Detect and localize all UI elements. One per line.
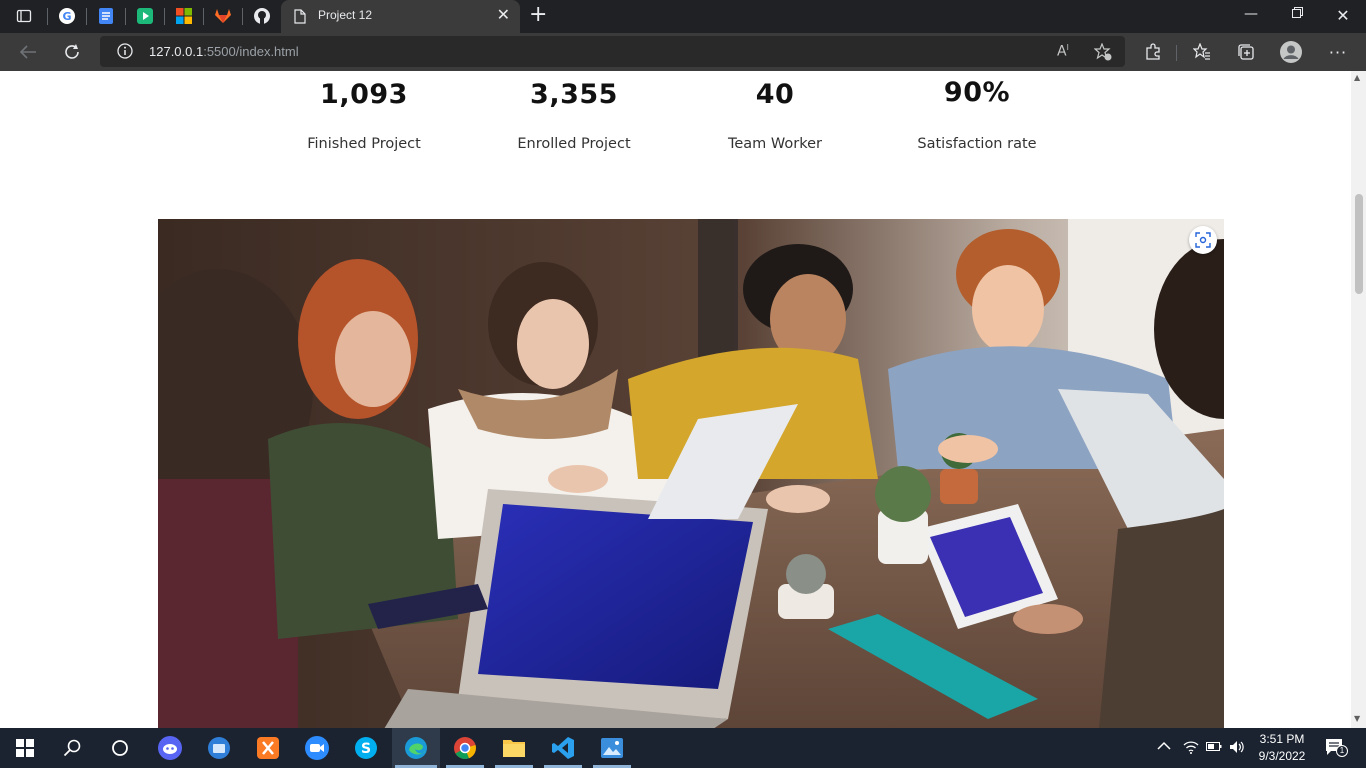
read-aloud-icon[interactable]: Aⅼ <box>1057 43 1069 60</box>
photos-icon[interactable] <box>600 736 624 760</box>
add-favorite-icon[interactable] <box>1093 42 1112 65</box>
site-info-icon[interactable] <box>117 43 133 63</box>
scroll-down-icon[interactable]: ▼ <box>1354 714 1360 723</box>
close-tab-icon[interactable]: ✕ <box>497 7 510 23</box>
profile-avatar-icon[interactable] <box>1280 41 1302 63</box>
windows-taskbar: S 3:51 PM 9/3/2022 1 <box>0 728 1366 768</box>
player-tab-icon[interactable] <box>135 6 155 26</box>
page-scrollbar[interactable]: ▲ ▼ <box>1351 71 1366 728</box>
minimize-icon[interactable]: — <box>1236 6 1266 22</box>
stat-value: 1,093 <box>320 79 408 110</box>
close-window-icon[interactable]: ✕ <box>1328 6 1358 25</box>
tab-project-12[interactable]: Project 12 ✕ <box>281 0 520 33</box>
refresh-icon[interactable] <box>61 41 83 63</box>
zoom-icon[interactable] <box>305 736 329 760</box>
restore-icon[interactable] <box>1282 6 1312 22</box>
stat-label: Enrolled Project <box>517 136 631 152</box>
search-icon[interactable] <box>60 736 84 760</box>
system-clock[interactable]: 3:51 PM 9/3/2022 <box>1252 731 1312 765</box>
docs-tab-icon[interactable] <box>96 6 116 26</box>
file-explorer-icon[interactable] <box>502 736 526 760</box>
outlook-like-icon[interactable] <box>207 736 231 760</box>
scroll-up-icon[interactable]: ▲ <box>1354 73 1360 82</box>
clock-date: 9/3/2022 <box>1258 749 1306 763</box>
cortana-icon[interactable] <box>108 736 132 760</box>
microsoft-tab-icon[interactable] <box>174 6 194 26</box>
stat-value: 40 <box>755 79 795 110</box>
xampp-icon[interactable] <box>256 736 280 760</box>
stat-value: 3,355 <box>530 79 618 110</box>
chrome-icon[interactable] <box>453 736 477 760</box>
url-text[interactable]: 127.0.0.1:5500/index.html <box>149 44 299 59</box>
browser-toolbar: 127.0.0.1:5500/index.html Aⅼ ··· <box>0 33 1366 71</box>
team-photo-illustration <box>158 219 1224 728</box>
address-bar[interactable]: 127.0.0.1:5500/index.html Aⅼ <box>100 36 1125 67</box>
team-meeting-photo <box>158 219 1224 728</box>
github-tab-icon[interactable] <box>252 6 272 26</box>
volume-icon[interactable] <box>1229 740 1245 758</box>
stat-label: Finished Project <box>307 136 421 152</box>
svg-text:S: S <box>361 741 371 757</box>
new-tab-icon[interactable]: + <box>529 4 547 26</box>
tab-title: Project 12 <box>318 8 373 22</box>
skype-icon[interactable]: S <box>354 736 378 760</box>
vscode-icon[interactable] <box>551 736 575 760</box>
favorites-icon[interactable] <box>1191 41 1213 63</box>
stat-label: Satisfaction rate <box>917 136 1037 152</box>
more-options-icon[interactable]: ··· <box>1327 41 1349 63</box>
tab-actions-icon[interactable] <box>14 6 34 26</box>
visual-search-icon[interactable] <box>1189 226 1217 254</box>
notification-center-icon[interactable]: 1 <box>1325 738 1348 760</box>
windows-start-icon[interactable] <box>13 736 37 760</box>
scrollbar-thumb[interactable] <box>1355 194 1363 294</box>
extensions-icon[interactable] <box>1142 41 1164 63</box>
battery-icon[interactable] <box>1206 740 1222 756</box>
browser-tab-bar: G Project 12 ✕ + — ✕ <box>0 0 1366 33</box>
edge-icon[interactable] <box>404 736 428 760</box>
stat-label: Team Worker <box>727 136 823 152</box>
back-icon[interactable] <box>17 41 39 63</box>
clock-time: 3:51 PM <box>1259 732 1305 746</box>
show-hidden-icons-icon[interactable] <box>1157 740 1171 755</box>
google-tab-icon[interactable]: G <box>57 6 77 26</box>
wifi-icon[interactable] <box>1183 740 1199 758</box>
discord-icon[interactable] <box>158 736 182 760</box>
page-viewport: 1,093 Finished Project 3,355 Enrolled Pr… <box>0 71 1351 728</box>
gitlab-tab-icon[interactable] <box>213 6 233 26</box>
svg-text:G: G <box>62 10 71 23</box>
collections-icon[interactable] <box>1235 41 1257 63</box>
notification-count-badge: 1 <box>1336 745 1348 757</box>
stat-value: 90% <box>943 77 1011 108</box>
page-document-icon <box>294 9 306 28</box>
